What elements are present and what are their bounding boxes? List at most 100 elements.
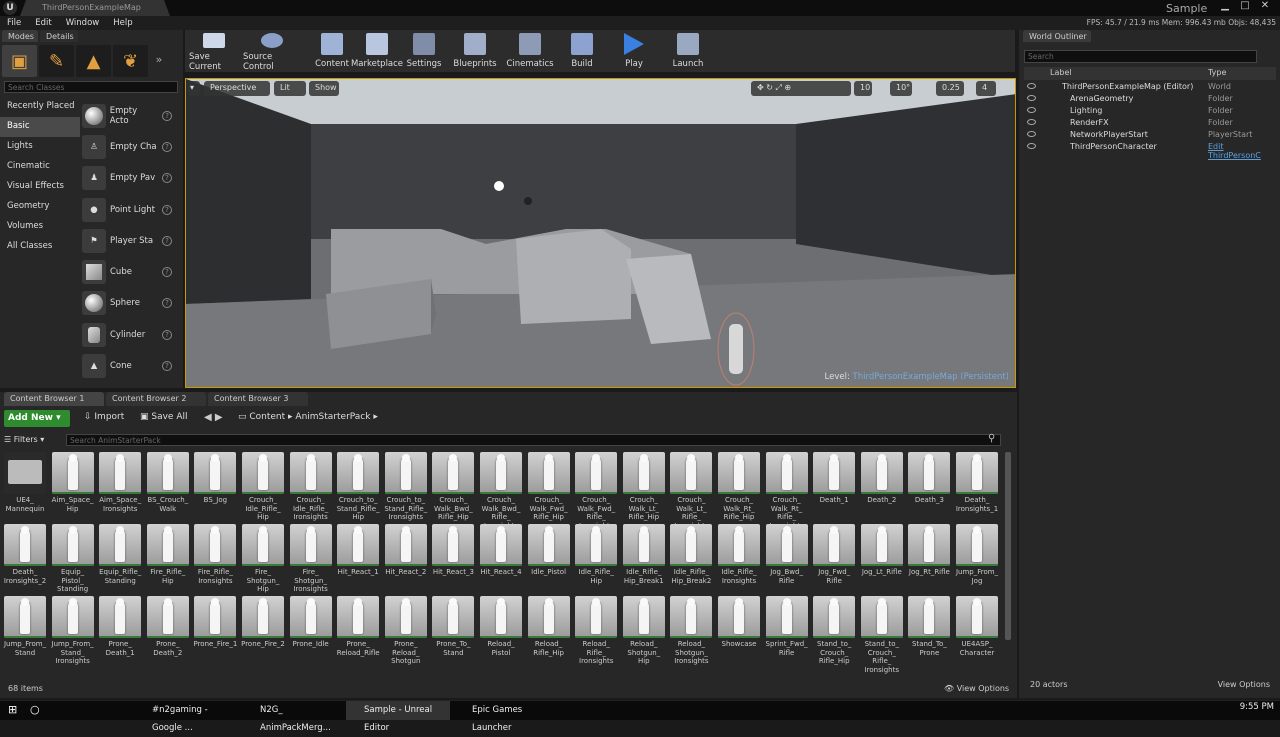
asset-tile[interactable]: Crouch_​Walk_​Rt_​Rifle_​Ironsights xyxy=(765,452,809,530)
place-item[interactable]: Empty Acto? xyxy=(82,100,172,131)
place-mode-icon[interactable]: ▣ xyxy=(2,45,37,77)
asset-tile[interactable]: Idle_​Rifle_​Hip_​Break1 xyxy=(622,524,666,585)
edit-character-link[interactable]: Edit ThirdPersonC xyxy=(1208,142,1276,160)
level-viewport[interactable]: ▾ Perspective Lit Show ✥ ↻ ⤢ ⊕ 10 10° 0.… xyxy=(185,78,1016,388)
save-all-button[interactable]: ▣ Save All xyxy=(140,412,188,422)
asset-tile[interactable]: Showcase xyxy=(717,596,761,649)
tab-content-browser-1[interactable]: Content Browser 1 xyxy=(4,392,104,406)
asset-tile[interactable]: Death_​Ironsights_​1 xyxy=(955,452,999,513)
menu-edit[interactable]: Edit xyxy=(28,16,58,30)
more-modes-icon[interactable]: » xyxy=(150,45,168,77)
asset-tile[interactable]: Hit_​React_​2 xyxy=(384,524,428,577)
paint-mode-icon[interactable]: ✎ xyxy=(39,45,74,77)
asset-tile[interactable]: Reload_​Pistol xyxy=(479,596,523,657)
play-button[interactable]: Play xyxy=(619,30,649,72)
back-forward-icon[interactable]: ◀ ▶ xyxy=(204,412,223,423)
search-classes-input[interactable]: Search Classes xyxy=(4,81,178,93)
lit-button[interactable]: Lit xyxy=(274,81,306,96)
marketplace-button[interactable]: Marketplace xyxy=(351,30,403,72)
asset-tile[interactable]: Stand_​to_​Crouch_​Rifle_​Hip xyxy=(812,596,856,666)
category-cinematic[interactable]: Cinematic xyxy=(0,157,80,177)
tab-modes[interactable]: Modes xyxy=(2,30,38,42)
add-new-button[interactable]: Add New ▾ xyxy=(4,410,70,427)
asset-tile[interactable]: Reload_​Shotgun_​Ironsights xyxy=(669,596,713,666)
foliage-mode-icon[interactable]: ❦ xyxy=(113,45,148,77)
transform-tools[interactable]: ✥ ↻ ⤢ ⊕ xyxy=(751,81,851,96)
search-assets-input[interactable]: Search AnimStarterPack xyxy=(66,434,1001,446)
asset-tile[interactable]: UE4_​Mannequin xyxy=(3,452,47,513)
outliner-row[interactable]: Lighting Folder xyxy=(1024,105,1276,117)
eye-icon[interactable] xyxy=(1027,95,1036,101)
tab-content-browser-2[interactable]: Content Browser 2 xyxy=(106,392,206,406)
asset-tile[interactable]: Sprint_​Fwd_​Rifle xyxy=(765,596,809,657)
category-basic[interactable]: Basic xyxy=(0,117,80,137)
map-tab[interactable]: ThirdPersonExampleMap xyxy=(20,0,170,16)
asset-tile[interactable]: Hit_​React_​3 xyxy=(431,524,475,577)
asset-tile[interactable]: Prone_​Death_​1 xyxy=(98,596,142,657)
asset-tile[interactable]: Jog_​Lt_​Rifle xyxy=(860,524,904,577)
close-icon[interactable]: ✕ xyxy=(1256,0,1274,14)
asset-tile[interactable]: UE4ASP_​Character xyxy=(955,596,999,657)
search-taskbar-icon[interactable]: ○ xyxy=(30,703,40,716)
save-current-button[interactable]: Save Current xyxy=(189,30,239,72)
asset-tile[interactable]: BS_​Jog xyxy=(193,452,237,505)
asset-tile[interactable]: Stand_​to_​Crouch_​Rifle_​Ironsights xyxy=(860,596,904,674)
import-button[interactable]: ⇩ Import xyxy=(84,412,124,422)
asset-tile[interactable]: Reload_​Rifle_​Ironsights xyxy=(574,596,618,666)
asset-tile[interactable]: Fire_​Shotgun_​Ironsights xyxy=(289,524,333,594)
menu-file[interactable]: File xyxy=(0,16,28,30)
launch-button[interactable]: Launch xyxy=(671,30,705,72)
taskbar-item[interactable]: N2G_​AnimPackMerg... xyxy=(242,701,342,733)
asset-tile[interactable]: Crouch_​Idle_​Rifle_​Hip xyxy=(241,452,285,522)
content-button[interactable]: Content xyxy=(313,30,351,72)
asset-tile[interactable]: Crouch_​to_​Stand_​Rifle_​Hip xyxy=(336,452,380,522)
blueprints-button[interactable]: Blueprints xyxy=(453,30,497,72)
asset-tile[interactable]: Stand_​To_​Prone xyxy=(907,596,951,657)
category-recently-placed[interactable]: Recently Placed xyxy=(0,97,80,117)
asset-tile[interactable]: Fire_​Rifle_​Hip xyxy=(146,524,190,585)
rotation-snap-value[interactable]: 10° xyxy=(890,81,912,96)
landscape-mode-icon[interactable]: ▲ xyxy=(76,45,111,77)
source-control-button[interactable]: Source Control xyxy=(243,30,301,72)
tab-world-outliner[interactable]: World Outliner xyxy=(1023,30,1091,42)
taskbar-item[interactable]: #n2gaming - Google ... xyxy=(134,701,238,733)
place-item[interactable]: Cube? xyxy=(82,256,172,287)
asset-tile[interactable]: Jump_​From_​Stand xyxy=(3,596,47,657)
asset-tile[interactable]: Crouch_​Walk_​Bwd_​Rifle_​Hip xyxy=(431,452,475,522)
maximize-icon[interactable]: □ xyxy=(1236,0,1254,14)
taskbar-item-active[interactable]: Sample - Unreal Editor xyxy=(346,701,450,733)
eye-icon[interactable] xyxy=(1027,131,1036,137)
build-button[interactable]: Build xyxy=(567,30,597,72)
eye-icon[interactable] xyxy=(1027,119,1036,125)
place-item[interactable]: ▲ Cone? xyxy=(82,350,172,381)
asset-tile[interactable]: Prone_​Reload_​Shotgun xyxy=(384,596,428,666)
asset-tile[interactable]: Crouch_​Idle_​Rifle_​Ironsights xyxy=(289,452,333,522)
asset-tile[interactable]: Prone_​Idle xyxy=(289,596,333,649)
tab-details[interactable]: Details xyxy=(39,30,78,42)
asset-tile[interactable]: Fire_​Rifle_​Ironsights xyxy=(193,524,237,585)
asset-tile[interactable]: Fire_​Shotgun_​Hip xyxy=(241,524,285,594)
asset-tile[interactable]: Aim_​Space_​Ironsights xyxy=(98,452,142,513)
asset-tile[interactable]: Death_​2 xyxy=(860,452,904,505)
place-item[interactable]: Sphere? xyxy=(82,288,172,319)
outliner-row[interactable]: RenderFX Folder xyxy=(1024,117,1276,129)
filters-button[interactable]: ☰ Filters ▾ xyxy=(4,435,44,444)
asset-tile[interactable]: Death_​Ironsights_​2 xyxy=(3,524,47,585)
asset-tile[interactable]: Prone_​Reload_​Rifle xyxy=(336,596,380,657)
windows-start-icon[interactable]: ⊞ xyxy=(8,703,17,716)
asset-tile[interactable]: Aim_​Space_​Hip xyxy=(51,452,95,513)
asset-tile[interactable]: Jog_​Fwd_​Rifle xyxy=(812,524,856,585)
menu-window[interactable]: Window xyxy=(59,16,107,30)
breadcrumb-animstarterpack[interactable]: AnimStarterPack xyxy=(295,412,370,422)
asset-tile[interactable]: Jog_​Bwd_​Rifle xyxy=(765,524,809,585)
tab-content-browser-3[interactable]: Content Browser 3 xyxy=(208,392,308,406)
category-lights[interactable]: Lights xyxy=(0,137,80,157)
category-volumes[interactable]: Volumes xyxy=(0,217,80,237)
asset-tile[interactable]: Reload_​Rifle_​Hip xyxy=(527,596,571,657)
asset-tile[interactable]: Idle_​Rifle_​Ironsights xyxy=(717,524,761,585)
place-item[interactable]: ● Point Light? xyxy=(82,194,172,225)
place-item[interactable]: ⚑ Player Sta? xyxy=(82,225,172,256)
asset-tile[interactable]: Crouch_​Walk_​Fwd_​Rifle_​Hip xyxy=(527,452,571,522)
breadcrumb-content[interactable]: Content xyxy=(249,412,285,422)
scale-snap-value[interactable]: 0.25 xyxy=(936,81,964,96)
